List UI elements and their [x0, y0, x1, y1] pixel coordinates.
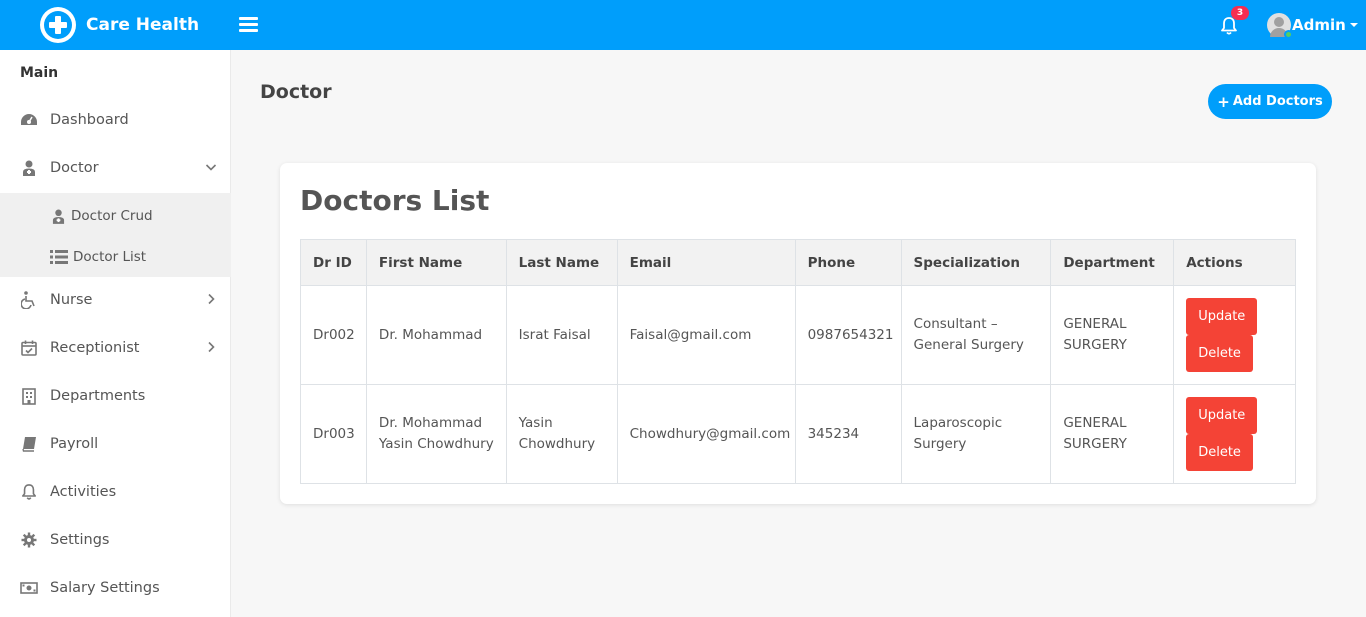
sidebar-item-doctor[interactable]: Doctor	[0, 148, 231, 188]
cell-department: GENERAL SURGERY	[1050, 285, 1175, 385]
column-header: Actions	[1173, 239, 1296, 286]
column-header[interactable]: Specialization	[900, 239, 1052, 286]
chevron-right-icon	[208, 341, 215, 353]
user-name: Admin	[1292, 16, 1346, 34]
bell-icon	[20, 483, 38, 501]
card-title: Doctors List	[300, 184, 490, 217]
sidebar-subitem-label: Doctor Crud	[71, 208, 153, 224]
sidebar-subitem-label: Doctor List	[73, 249, 147, 265]
sidebar-subitem-doctor-crud[interactable]: Doctor Crud	[50, 208, 153, 224]
sidebar-item-payroll[interactable]: Payroll	[0, 424, 231, 464]
cell-specialization: Consultant – General Surgery	[900, 285, 1052, 385]
cell-dr-id: Dr002	[300, 285, 367, 385]
user-md-icon	[20, 159, 38, 177]
sidebar-item-settings[interactable]: Settings	[0, 520, 231, 560]
sidebar-item-label: Receptionist	[50, 340, 140, 356]
sidebar-section-title: Main	[20, 65, 59, 81]
sidebar-item-receptionist[interactable]: Receptionist	[0, 328, 231, 368]
column-header[interactable]: Last Name	[505, 239, 618, 286]
chevron-down-icon	[205, 164, 217, 171]
menu-toggle-icon[interactable]	[239, 17, 258, 33]
delete-button[interactable]: Delete	[1186, 434, 1253, 471]
sidebar-item-label: Dashboard	[50, 112, 129, 128]
cell-first-name: Dr. Mohammad Yasin Chowdhury	[365, 384, 507, 484]
doctors-list-card: Doctors List Dr ID First Name Last Name …	[280, 163, 1316, 504]
cell-phone: 345234	[794, 384, 902, 484]
sidebar-item-dashboard[interactable]: Dashboard	[0, 100, 231, 140]
cell-email: Chowdhury@gmail.com	[616, 384, 796, 484]
column-header[interactable]: Email	[616, 239, 796, 286]
delete-button[interactable]: Delete	[1186, 335, 1253, 372]
column-header[interactable]: Dr ID	[300, 239, 367, 286]
table-row: Dr003 Dr. Mohammad Yasin Chowdhury Yasin…	[300, 384, 1296, 484]
table-row: Dr002 Dr. Mohammad Israt Faisal Faisal@g…	[300, 285, 1296, 385]
gear-icon	[20, 531, 38, 549]
sidebar-subitem-doctor-list[interactable]: Doctor List	[50, 249, 146, 265]
user-menu[interactable]: Admin	[1267, 13, 1358, 39]
sidebar-item-activities[interactable]: Activities	[0, 472, 231, 512]
top-header: Care Health 3 Admin	[0, 0, 1366, 50]
calendar-check-icon	[20, 339, 38, 357]
page-title: Doctor	[260, 81, 332, 103]
cell-phone: 0987654321	[794, 285, 902, 385]
update-button[interactable]: Update	[1186, 397, 1258, 434]
cell-last-name: Yasin Chowdhury	[505, 384, 618, 484]
sidebar-item-nurse[interactable]: Nurse	[0, 280, 231, 320]
sidebar-item-departments[interactable]: Departments	[0, 376, 231, 416]
dashboard-icon	[20, 111, 38, 129]
cell-department: GENERAL SURGERY	[1050, 384, 1175, 484]
caret-down-icon	[1349, 23, 1358, 27]
sidebar-item-label: Payroll	[50, 436, 99, 452]
medical-cross-logo-icon	[40, 7, 76, 43]
cell-dr-id: Dr003	[300, 384, 367, 484]
sidebar-item-label: Departments	[50, 388, 146, 404]
money-bill-icon	[20, 579, 38, 597]
cell-specialization: Laparoscopic Surgery	[900, 384, 1052, 484]
list-icon	[50, 249, 68, 265]
update-button[interactable]: Update	[1186, 298, 1258, 335]
online-status-icon	[1284, 30, 1293, 39]
avatar	[1267, 13, 1293, 39]
doctors-table: Dr ID First Name Last Name Email Phone S…	[300, 239, 1296, 484]
table-header-row: Dr ID First Name Last Name Email Phone S…	[300, 239, 1296, 286]
sidebar: Main Dashboard Doctor Doctor Crud Doctor…	[0, 50, 231, 617]
user-md-icon	[50, 208, 66, 224]
brand-name: Care Health	[86, 15, 200, 35]
cell-actions: Update Delete	[1173, 285, 1296, 385]
brand[interactable]: Care Health	[40, 7, 199, 43]
sidebar-item-label: Nurse	[50, 292, 93, 308]
sidebar-item-label: Doctor	[50, 160, 99, 176]
add-doctors-label: Add Doctors	[1232, 94, 1323, 109]
wheelchair-icon	[20, 291, 38, 309]
plus-icon: +	[1217, 92, 1230, 111]
doctor-submenu: Doctor Crud Doctor List	[0, 193, 231, 277]
cell-actions: Update Delete	[1173, 384, 1296, 484]
notification-badge: 3	[1231, 6, 1249, 20]
cell-first-name: Dr. Mohammad	[365, 285, 507, 385]
column-header[interactable]: Phone	[794, 239, 902, 286]
sidebar-item-salary-settings[interactable]: Salary Settings	[0, 568, 231, 608]
sidebar-item-label: Activities	[50, 484, 117, 500]
sidebar-item-label: Salary Settings	[50, 580, 160, 596]
cell-last-name: Israt Faisal	[505, 285, 618, 385]
chevron-right-icon	[208, 293, 215, 305]
sidebar-item-label: Settings	[50, 532, 110, 548]
add-doctors-button[interactable]: + Add Doctors	[1208, 84, 1332, 119]
cell-email: Faisal@gmail.com	[616, 285, 796, 385]
book-icon	[20, 435, 38, 453]
column-header[interactable]: Department	[1050, 239, 1175, 286]
building-icon	[20, 387, 38, 405]
column-header[interactable]: First Name	[365, 239, 507, 286]
